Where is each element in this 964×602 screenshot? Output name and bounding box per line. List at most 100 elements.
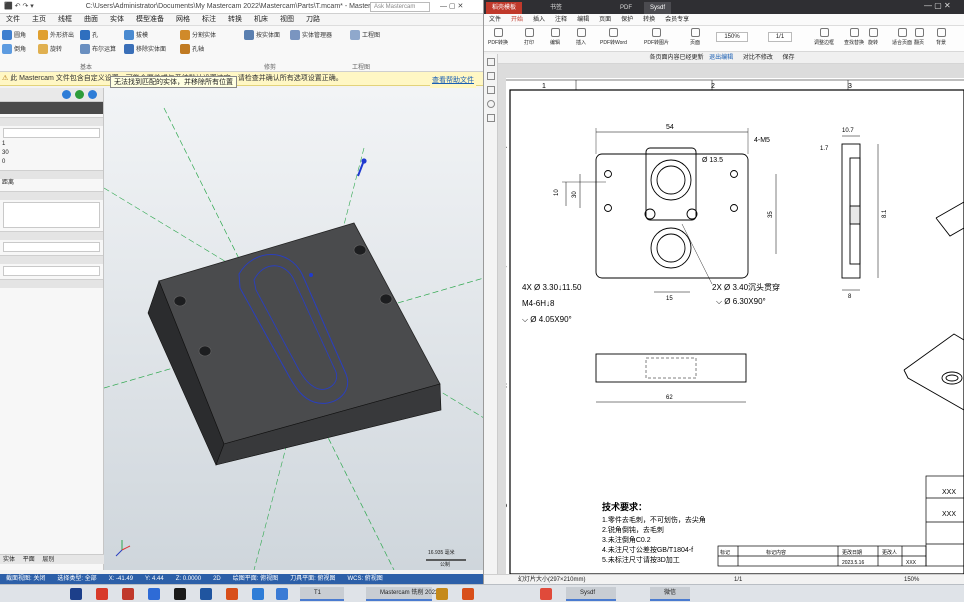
save-link[interactable]: 保存 bbox=[779, 55, 799, 61]
hole-feature[interactable] bbox=[173, 295, 187, 307]
status-item[interactable]: 绘图平面: 俯视图 bbox=[227, 576, 284, 582]
taskbar-icon[interactable] bbox=[148, 588, 160, 600]
pdf-toolbar-button[interactable]: 打印 bbox=[524, 28, 534, 46]
warning-help-link[interactable]: 查看帮助文件 bbox=[430, 74, 476, 88]
ribbon-tab-11[interactable]: 刀路 bbox=[300, 14, 326, 26]
ribbon-tab-3[interactable]: 曲面 bbox=[78, 14, 104, 26]
ribbon-tab-7[interactable]: 标注 bbox=[196, 14, 222, 26]
taskbar-icon[interactable] bbox=[70, 588, 82, 600]
pdf-toolbar-button[interactable]: 查找替换 bbox=[844, 28, 864, 46]
exit-edit-link[interactable]: 退出编辑 bbox=[705, 55, 737, 61]
taskbar-icon[interactable] bbox=[174, 588, 186, 600]
search-icon[interactable] bbox=[487, 100, 495, 108]
tab-bookmark[interactable]: 书签 bbox=[544, 2, 568, 14]
panel-section-header[interactable] bbox=[0, 279, 103, 288]
ribbon-draft-button[interactable]: 拔模 bbox=[124, 30, 148, 41]
tab-solids[interactable]: 实体 bbox=[0, 557, 18, 563]
taskbar-icon[interactable] bbox=[96, 588, 108, 600]
pdf-toolbar-button[interactable]: 编辑 bbox=[550, 28, 560, 46]
pdf-window-controls[interactable]: — ▢ ✕ bbox=[924, 1, 951, 10]
pdf-menu-item[interactable]: 文件 bbox=[484, 14, 506, 26]
ribbon-drawing-button[interactable]: 工程图 bbox=[350, 30, 380, 41]
status-item[interactable]: 选择类型: 全部 bbox=[51, 576, 102, 582]
status-zoom[interactable]: 150% bbox=[904, 575, 919, 584]
panel-field[interactable] bbox=[3, 128, 100, 138]
panel-dropdown[interactable] bbox=[3, 242, 100, 252]
taskbar-icon[interactable] bbox=[252, 588, 264, 600]
ribbon-revolve-button[interactable]: 旋转 bbox=[38, 44, 62, 55]
ribbon-extrude-button[interactable]: 外形挤出 bbox=[38, 30, 74, 41]
graphics-viewport[interactable]: 16.935 毫米 公制 bbox=[103, 88, 483, 571]
thumbnail-icon[interactable] bbox=[487, 58, 495, 66]
pdf-toolbar-button[interactable]: 插入 bbox=[576, 28, 586, 46]
hole-feature[interactable] bbox=[353, 244, 367, 256]
attachment-icon[interactable] bbox=[487, 114, 495, 122]
taskbar-icon[interactable] bbox=[226, 588, 238, 600]
ribbon-tab-2[interactable]: 线框 bbox=[52, 14, 78, 26]
panel-section-header[interactable] bbox=[0, 231, 103, 240]
pdf-toolbar-button[interactable]: 旋转 bbox=[868, 28, 878, 46]
zoom-field[interactable]: 150% bbox=[716, 32, 748, 42]
ribbon-tab-10[interactable]: 视图 bbox=[274, 14, 300, 26]
pdf-menu-item[interactable]: 页面 bbox=[594, 14, 616, 26]
status-item[interactable]: Y: 4.44 bbox=[139, 576, 170, 582]
taskbar-app-pdf[interactable]: Sysdf bbox=[566, 587, 616, 601]
ask-mastercam-search[interactable]: Ask Mastercam bbox=[370, 2, 430, 12]
pdf-menu-item[interactable]: 保护 bbox=[616, 14, 638, 26]
ribbon-fillet-button[interactable]: 圆角 bbox=[2, 30, 26, 41]
ribbon-tab-9[interactable]: 机床 bbox=[248, 14, 274, 26]
panel-section-header[interactable] bbox=[0, 170, 103, 179]
ribbon-hole-axis-button[interactable]: 孔轴 bbox=[180, 44, 204, 55]
compare-link[interactable]: 对比不修改 bbox=[739, 55, 777, 61]
pdf-toolbar-button[interactable]: PDF转换 bbox=[488, 28, 508, 46]
taskbar-app-wechat[interactable]: 微信 bbox=[650, 587, 690, 601]
tab-templates[interactable]: 稻壳模板 bbox=[486, 2, 523, 14]
ok-icon[interactable] bbox=[75, 90, 84, 99]
pdf-toolbar-button[interactable]: 调整边框 bbox=[814, 28, 834, 46]
hole-feature[interactable] bbox=[198, 345, 212, 357]
pdf-menu-item[interactable]: 插入 bbox=[528, 14, 550, 26]
window-controls[interactable]: — ▢ ✕ bbox=[440, 0, 463, 14]
panel-list-box[interactable] bbox=[3, 202, 100, 228]
ribbon-by-face-button[interactable]: 按实体面 bbox=[244, 30, 280, 41]
status-item[interactable]: 截面视图: 关闭 bbox=[0, 576, 51, 582]
taskbar-icon[interactable] bbox=[276, 588, 288, 600]
status-item[interactable]: 刀具平面: 俯视图 bbox=[284, 576, 341, 582]
ribbon-tab-8[interactable]: 转换 bbox=[222, 14, 248, 26]
pdf-menu-item[interactable]: 注释 bbox=[550, 14, 572, 26]
ribbon-tab-6[interactable]: 网格 bbox=[170, 14, 196, 26]
cancel-icon[interactable] bbox=[88, 90, 97, 99]
ribbon-tab-5[interactable]: 模型准备 bbox=[130, 14, 170, 26]
pdf-toolbar-button[interactable]: PDF转图片 bbox=[644, 28, 669, 46]
ribbon-solid-manager-button[interactable]: 实体管理器 bbox=[290, 30, 332, 41]
ribbon-tab-1[interactable]: 主页 bbox=[26, 14, 52, 26]
ok-new-icon[interactable] bbox=[62, 90, 71, 99]
taskbar-app-t1[interactable]: T1 bbox=[300, 587, 344, 601]
pdf-toolbar-button[interactable]: 翻页 bbox=[914, 28, 924, 46]
bookmark-icon[interactable] bbox=[487, 72, 495, 80]
pdf-menu-item[interactable]: 编辑 bbox=[572, 14, 594, 26]
hole-feature[interactable] bbox=[379, 293, 393, 305]
pdf-toolbar-button[interactable]: 适合页面 bbox=[892, 28, 912, 46]
status-item[interactable]: WCS: 俯视图 bbox=[341, 576, 388, 582]
ribbon-tab-0[interactable]: 文件 bbox=[0, 14, 26, 26]
pdf-menu-item[interactable]: 会员专享 bbox=[660, 14, 694, 26]
taskbar-icon[interactable] bbox=[436, 588, 448, 600]
quick-access-toolbar[interactable]: ⬛ ↶ ↷ ▾ bbox=[0, 3, 34, 10]
ribbon-tab-4[interactable]: 实体 bbox=[104, 14, 130, 26]
taskbar-icon[interactable] bbox=[462, 588, 474, 600]
status-item[interactable]: Z: 0.0000 bbox=[170, 576, 207, 582]
taskbar-app-mastercam[interactable]: Mastercam 铣削 2022 bbox=[366, 587, 438, 601]
status-item[interactable]: X: -41.49 bbox=[103, 576, 139, 582]
pdf-toolbar-button[interactable]: PDF转Word bbox=[600, 28, 627, 46]
panel-section-header[interactable] bbox=[0, 255, 103, 264]
ribbon-hole-button[interactable]: 孔 bbox=[80, 30, 98, 41]
page-field[interactable]: 1/1 bbox=[768, 32, 792, 42]
tab-pdf[interactable]: PDF bbox=[614, 2, 638, 14]
ribbon-split-button[interactable]: 分割实体 bbox=[180, 30, 216, 41]
status-item[interactable]: 2D bbox=[207, 576, 227, 582]
ribbon-boolean-button[interactable]: 布尔运算 bbox=[80, 44, 116, 55]
ribbon-chamfer-button[interactable]: 倒角 bbox=[2, 44, 26, 55]
taskbar-icon[interactable] bbox=[540, 588, 552, 600]
annotation-icon[interactable] bbox=[487, 86, 495, 94]
